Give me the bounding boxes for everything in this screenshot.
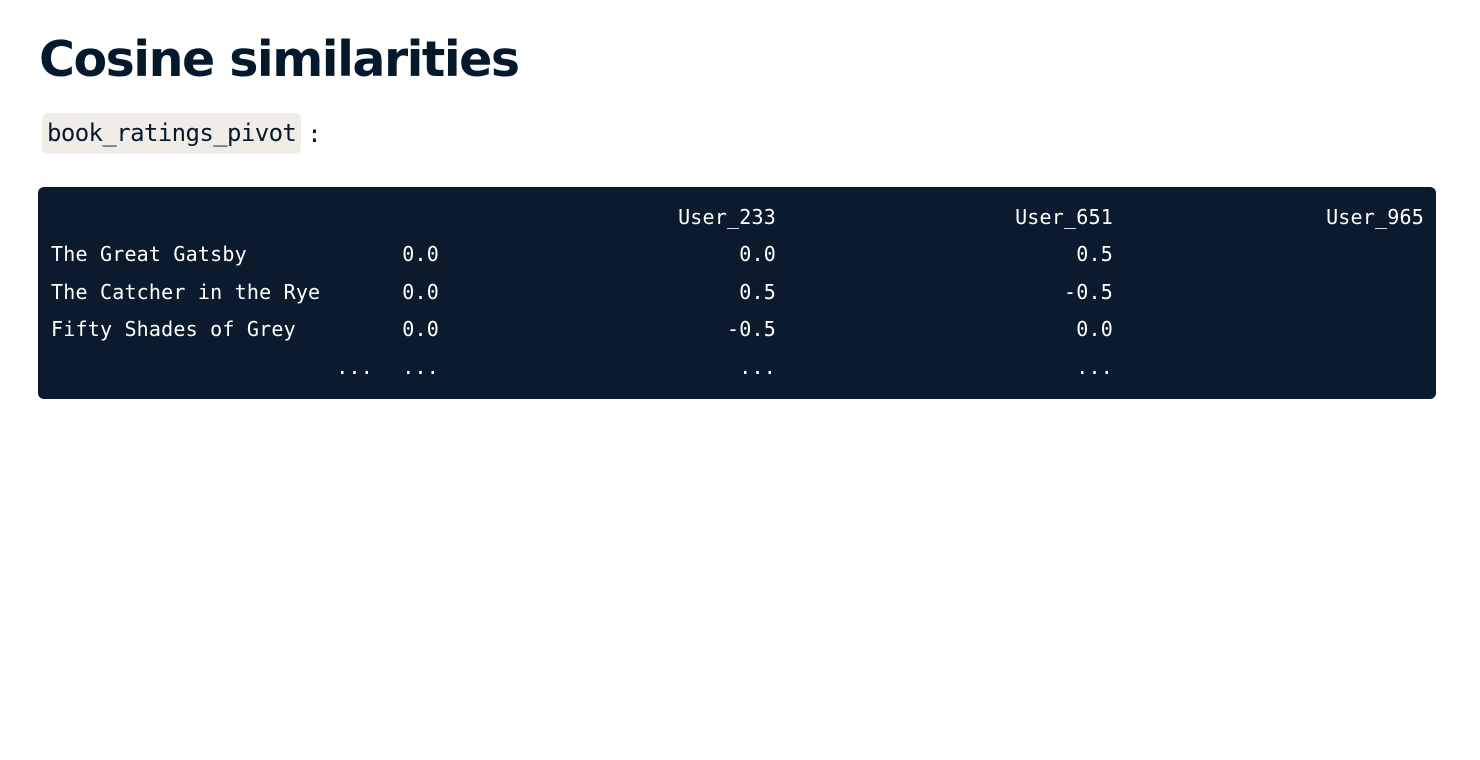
row-index-label: The Great Gatsby <box>51 242 247 267</box>
variable-name: book_ratings_pivot <box>42 113 302 154</box>
table-header-row: User_233 User_651 User_965 <box>51 198 1424 236</box>
table-cell: -0.5 <box>727 317 776 342</box>
column-header-user-651: User_651 <box>1015 204 1113 229</box>
table-cell: 0.5 <box>739 279 776 304</box>
row-index-label: The Catcher in the Rye <box>51 279 321 304</box>
table-cell: 0.0 <box>402 242 439 267</box>
dataframe-output: User_233 User_651 User_965 The Great Gat… <box>38 187 1436 399</box>
table-cell: 0.0 <box>739 242 776 267</box>
dataframe-table: User_233 User_651 User_965 The Great Gat… <box>51 198 1424 386</box>
column-header-user-233: User_233 <box>678 204 776 229</box>
table-row: ... ... ... ... <box>51 348 1424 386</box>
table-cell: ... <box>402 354 439 379</box>
table-row: Fifty Shades of Grey 0.0 -0.5 0.0 <box>51 311 1424 349</box>
table-cell: 0.0 <box>1076 317 1113 342</box>
row-index-label: Fifty Shades of Grey <box>51 317 296 342</box>
variable-label: book_ratings_pivot : <box>42 113 322 154</box>
variable-colon: : <box>307 119 322 148</box>
slide: Cosine similarities book_ratings_pivot :… <box>0 0 1480 760</box>
page-title: Cosine similarities <box>39 31 520 88</box>
table-cell: 0.5 <box>1076 242 1113 267</box>
table-cell: 0.0 <box>402 317 439 342</box>
column-header-user-965: User_965 <box>1326 204 1424 229</box>
table-cell: ... <box>1076 354 1113 379</box>
row-index-label: ... <box>336 354 373 379</box>
table-cell: 0.0 <box>402 279 439 304</box>
index-header <box>51 198 387 236</box>
table-row: The Great Gatsby 0.0 0.0 0.5 <box>51 236 1424 274</box>
table-row: The Catcher in the Rye 0.0 0.5 -0.5 <box>51 273 1424 311</box>
table-cell: ... <box>739 354 776 379</box>
table-cell: -0.5 <box>1064 279 1113 304</box>
